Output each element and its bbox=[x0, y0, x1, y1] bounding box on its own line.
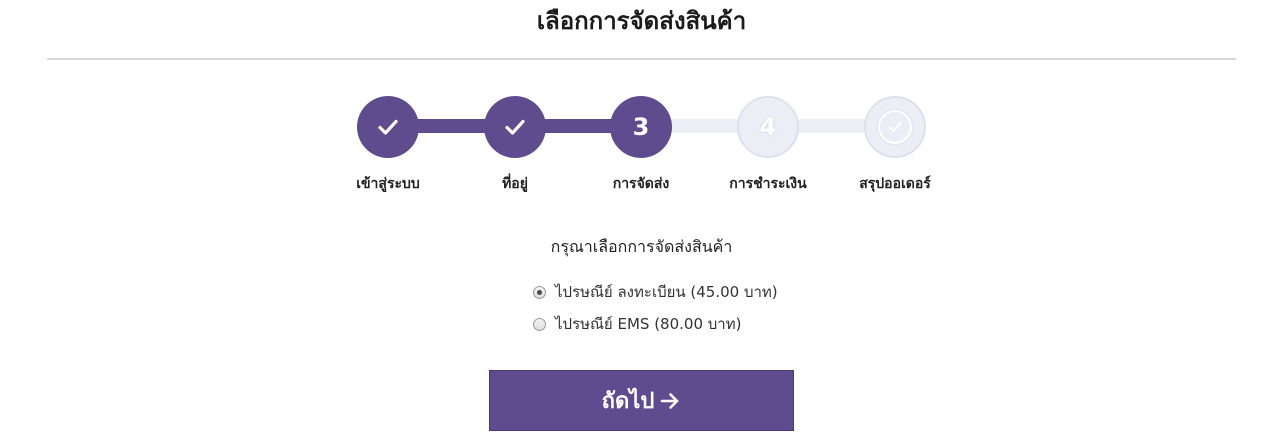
next-button[interactable]: ถัดไป bbox=[489, 370, 794, 431]
check-icon bbox=[878, 110, 912, 144]
step-1-circle bbox=[357, 96, 419, 158]
title-divider bbox=[47, 58, 1236, 60]
shipping-option-registered[interactable]: ไปรษณีย์ ลงทะเบียน (45.00 บาท) bbox=[533, 280, 778, 304]
check-icon bbox=[502, 114, 528, 140]
step-2-label: ที่อยู่ bbox=[502, 176, 528, 192]
step-2-circle bbox=[484, 96, 546, 158]
radio-ems[interactable] bbox=[533, 317, 546, 331]
step-5-circle bbox=[864, 96, 926, 158]
step-4-circle: 4 bbox=[737, 96, 799, 158]
check-icon bbox=[375, 114, 401, 140]
step-3-circle: 3 bbox=[610, 96, 672, 158]
step-1-label: เข้าสู่ระบบ bbox=[356, 176, 420, 192]
shipping-option-ems[interactable]: ไปรษณีย์ EMS (80.00 บาท) bbox=[533, 312, 741, 336]
step-4-number: 4 bbox=[759, 113, 777, 141]
shipping-option-label: ไปรษณีย์ EMS (80.00 บาท) bbox=[555, 315, 742, 333]
step-3-label: การจัดส่ง bbox=[612, 176, 670, 192]
step-4-label: การชำระเงิน bbox=[729, 176, 807, 192]
step-5-label: สรุปออเดอร์ bbox=[859, 176, 931, 192]
shipping-option-label: ไปรษณีย์ ลงทะเบียน (45.00 บาท) bbox=[555, 283, 778, 301]
arrow-right-icon bbox=[659, 390, 681, 412]
next-button-label: ถัดไป bbox=[601, 389, 655, 414]
step-3-number: 3 bbox=[632, 113, 650, 141]
shipping-prompt: กรุณาเลือกการจัดส่งสินค้า bbox=[550, 237, 733, 256]
radio-registered-mail[interactable] bbox=[533, 285, 546, 299]
page-title: เลือกการจัดส่งสินค้า bbox=[536, 7, 747, 35]
checkout-stepper: เข้าสู่ระบบ ที่อยู่ 3 การจัดส่ง 4 การชำร… bbox=[320, 96, 960, 196]
